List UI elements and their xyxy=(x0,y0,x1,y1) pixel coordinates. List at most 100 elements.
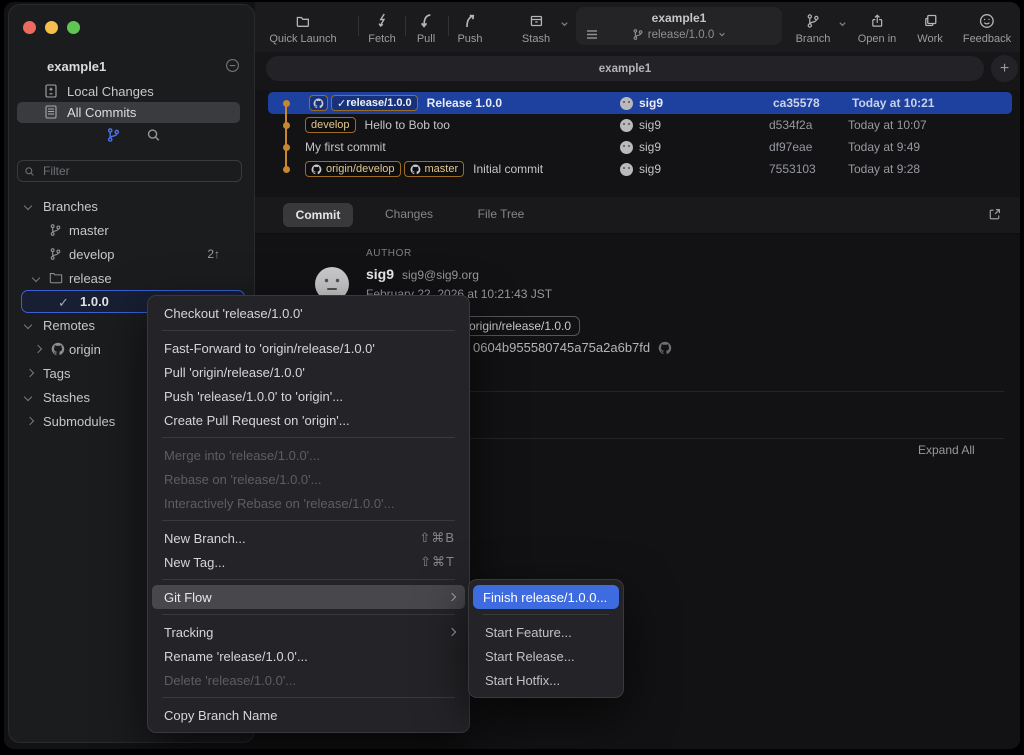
chevron-down-icon[interactable] xyxy=(24,202,32,210)
menu-item-pull[interactable]: Pull 'origin/release/1.0.0' xyxy=(148,360,469,384)
zoom-window-button[interactable] xyxy=(67,21,80,34)
minimize-window-button[interactable] xyxy=(45,21,58,34)
chevron-down-icon[interactable] xyxy=(24,393,32,401)
folder-icon xyxy=(294,11,311,31)
app-window: Quick Launch Fetch Pull Push xyxy=(4,2,1020,749)
add-tab-button[interactable]: + xyxy=(991,55,1018,82)
tree-item-develop[interactable]: develop 2↑ xyxy=(9,242,254,266)
tree-item-master[interactable]: master xyxy=(9,218,254,242)
commit-row[interactable]: origin/develop master Initial commit sig… xyxy=(264,158,1012,180)
stash-dropdown-chevron-icon[interactable] xyxy=(560,20,569,28)
toolbar-separator xyxy=(358,16,359,36)
commit-row[interactable]: ✓release/1.0.0 Release 1.0.0 sig9 ca3557… xyxy=(268,92,1012,114)
shortcut-label: ⇧⌘T xyxy=(420,554,455,570)
menu-item-copy-branch-name[interactable]: Copy Branch Name xyxy=(148,703,469,727)
menu-item-push[interactable]: Push 'release/1.0.0' to 'origin'... xyxy=(148,384,469,408)
menu-item-checkout[interactable]: Checkout 'release/1.0.0' xyxy=(148,301,469,325)
fetch-icon xyxy=(375,11,389,31)
feedback-button[interactable]: Feedback xyxy=(963,11,1011,45)
sidebar-mode-switcher xyxy=(9,125,254,147)
menu-item-create-pull-request[interactable]: Create Pull Request on 'origin'... xyxy=(148,408,469,432)
menu-item-git-flow[interactable]: Git Flow xyxy=(152,585,465,609)
repo-selector[interactable]: example1 release/1.0.0 xyxy=(576,7,782,45)
menu-item-new-tag[interactable]: New Tag... ⇧⌘T xyxy=(148,550,469,574)
submenu-item-start-release[interactable]: Start Release... xyxy=(469,644,623,668)
filter-input[interactable] xyxy=(41,163,235,179)
branches-mode-icon[interactable] xyxy=(106,127,121,143)
menu-divider xyxy=(162,697,455,698)
commit-sha-fragment[interactable]: 0604b955580745a75a2a6b7fd xyxy=(473,340,650,355)
commit-list-icon xyxy=(45,105,57,119)
commit-date: Today at 9:28 xyxy=(848,162,920,176)
filter-field[interactable] xyxy=(17,160,242,182)
search-mode-icon[interactable] xyxy=(146,127,161,143)
pull-button[interactable]: Pull xyxy=(417,11,435,45)
commit-row[interactable]: My first commit sig9 df97eae Today at 9:… xyxy=(264,136,1012,158)
commit-author: sig9 xyxy=(620,96,663,110)
chevron-down-icon[interactable] xyxy=(32,274,40,282)
commit-author: sig9 xyxy=(620,118,661,132)
commit-subject: Initial commit xyxy=(473,162,543,176)
avatar xyxy=(620,119,633,132)
tree-item-branches[interactable]: Branches xyxy=(9,194,254,218)
work-button[interactable]: Work xyxy=(917,11,942,45)
commit-subject: Release 1.0.0 xyxy=(427,96,502,110)
share-icon xyxy=(870,11,885,31)
sidebar-item-local-changes[interactable]: Local Changes xyxy=(9,81,254,102)
sidebar-repo-name: example1 xyxy=(47,59,106,74)
commit-hash: ca35578 xyxy=(773,96,820,110)
stash-button[interactable]: Stash xyxy=(522,11,550,45)
open-in-button[interactable]: Open in xyxy=(858,11,897,45)
commit-hash: df97eae xyxy=(769,140,812,154)
tab-commit[interactable]: Commit xyxy=(283,203,353,227)
ref-badge[interactable]: origin/release/1.0.0 xyxy=(460,316,580,336)
submenu-chevron-icon xyxy=(448,593,456,601)
search-icon xyxy=(24,166,35,177)
submenu-item-start-hotfix[interactable]: Start Hotfix... xyxy=(469,668,623,692)
menu-item-new-branch[interactable]: New Branch... ⇧⌘B xyxy=(148,526,469,550)
submenu-item-start-feature[interactable]: Start Feature... xyxy=(469,620,623,644)
pull-arrow-icon xyxy=(419,11,434,31)
github-remote-icon xyxy=(309,95,328,111)
branch-button[interactable]: Branch xyxy=(796,11,831,45)
commit-row[interactable]: develop Hello to Bob too sig9 d534f2a To… xyxy=(264,114,1012,136)
github-icon xyxy=(311,164,322,175)
branch-icon xyxy=(49,223,62,237)
branch-icon xyxy=(632,28,644,41)
expand-all-button[interactable]: Expand All xyxy=(918,443,975,457)
fetch-button[interactable]: Fetch xyxy=(368,11,396,45)
author-name: sig9 xyxy=(366,266,394,282)
document-plusminus-icon xyxy=(45,84,57,98)
tree-item-release[interactable]: release xyxy=(9,266,254,290)
menu-divider xyxy=(162,614,455,615)
menu-item-delete: Delete 'release/1.0.0'... xyxy=(148,668,469,692)
sidebar-item-all-commits[interactable]: All Commits xyxy=(17,102,240,123)
tab-file-tree[interactable]: File Tree xyxy=(478,207,525,221)
branch-icon xyxy=(49,247,62,261)
chevron-right-icon[interactable] xyxy=(26,417,34,425)
chevron-right-icon[interactable] xyxy=(26,369,34,377)
chevron-right-icon[interactable] xyxy=(34,345,42,353)
menu-divider xyxy=(162,330,455,331)
chevron-down-icon[interactable] xyxy=(24,321,32,329)
menu-item-interactive-rebase: Interactively Rebase on 'release/1.0.0'.… xyxy=(148,491,469,515)
toolbar: Quick Launch Fetch Pull Push xyxy=(255,2,1020,52)
repo-selector-branch-row: release/1.0.0 xyxy=(576,28,782,41)
open-in-window-icon[interactable] xyxy=(987,207,1002,222)
push-button[interactable]: Push xyxy=(457,11,482,45)
tab-changes[interactable]: Changes xyxy=(385,207,433,221)
menu-item-tracking[interactable]: Tracking xyxy=(148,620,469,644)
menu-item-rename[interactable]: Rename 'release/1.0.0'... xyxy=(148,644,469,668)
github-icon[interactable] xyxy=(658,341,672,355)
repo-tab-example1[interactable]: example1 xyxy=(266,56,984,81)
branch-dropdown-chevron-icon[interactable] xyxy=(838,20,847,28)
avatar xyxy=(620,141,633,154)
minus-circle-icon[interactable] xyxy=(225,58,240,73)
menu-divider xyxy=(162,520,455,521)
menu-divider xyxy=(162,437,455,438)
commit-date: Today at 9:49 xyxy=(848,140,920,154)
close-window-button[interactable] xyxy=(23,21,36,34)
submenu-item-finish-release[interactable]: Finish release/1.0.0... xyxy=(473,585,619,609)
menu-item-fast-forward[interactable]: Fast-Forward to 'origin/release/1.0.0' xyxy=(148,336,469,360)
quick-launch-button[interactable]: Quick Launch xyxy=(269,11,336,45)
